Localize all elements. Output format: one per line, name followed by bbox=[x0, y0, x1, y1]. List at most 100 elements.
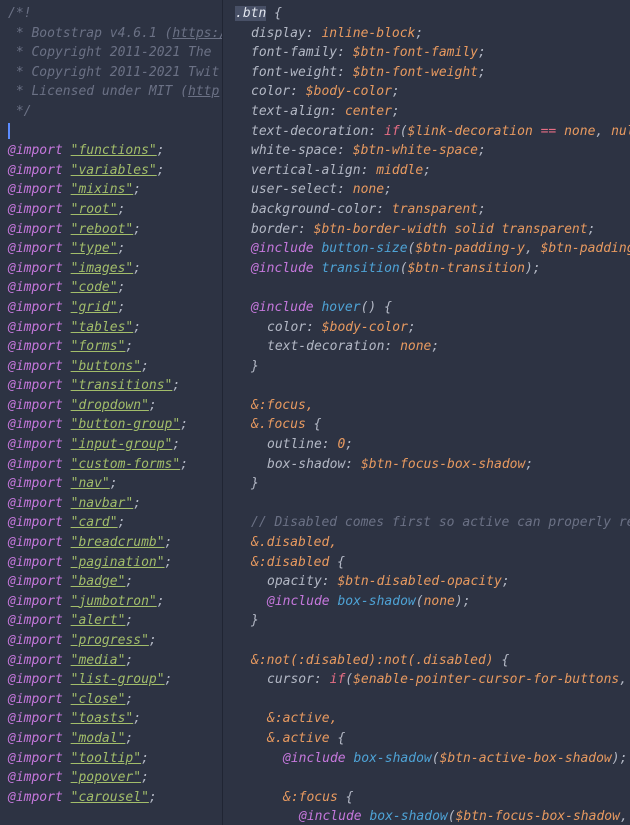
import-line: @import "list-group"; bbox=[8, 670, 214, 690]
import-target[interactable]: "grid" bbox=[71, 300, 118, 315]
import-keyword: @import bbox=[8, 692, 63, 707]
import-target[interactable]: "images" bbox=[71, 261, 134, 276]
import-line: @import "progress"; bbox=[8, 631, 214, 651]
import-line: @import "images"; bbox=[8, 259, 214, 279]
comment-line: /*! bbox=[8, 4, 214, 24]
import-keyword: @import bbox=[8, 535, 63, 550]
import-line: @import "modal"; bbox=[8, 729, 214, 749]
import-keyword: @import bbox=[8, 515, 63, 530]
import-keyword: @import bbox=[8, 437, 63, 452]
import-target[interactable]: "badge" bbox=[71, 574, 126, 589]
import-keyword: @import bbox=[8, 653, 63, 668]
import-target[interactable]: "forms" bbox=[71, 339, 126, 354]
import-keyword: @import bbox=[8, 770, 63, 785]
import-line: @import "dropdown"; bbox=[8, 396, 214, 416]
import-target[interactable]: "modal" bbox=[71, 731, 126, 746]
import-line: @import "type"; bbox=[8, 239, 214, 259]
import-line: @import "mixins"; bbox=[8, 180, 214, 200]
import-target[interactable]: "card" bbox=[71, 515, 118, 530]
import-target[interactable]: "input-group" bbox=[71, 437, 173, 452]
import-line: @import "close"; bbox=[8, 690, 214, 710]
comment-line: * Copyright 2011-2021 The bbox=[8, 43, 214, 63]
import-keyword: @import bbox=[8, 672, 63, 687]
import-keyword: @import bbox=[8, 751, 63, 766]
import-target[interactable]: "jumbotron" bbox=[71, 594, 157, 609]
import-line: @import "custom-forms"; bbox=[8, 455, 214, 475]
import-target[interactable]: "dropdown" bbox=[71, 398, 149, 413]
import-target[interactable]: "pagination" bbox=[71, 555, 165, 570]
import-keyword: @import bbox=[8, 163, 63, 178]
import-target[interactable]: "type" bbox=[71, 241, 118, 256]
comment-line: */ bbox=[8, 102, 214, 122]
import-line: @import "pagination"; bbox=[8, 553, 214, 573]
import-target[interactable]: "tooltip" bbox=[71, 751, 141, 766]
editor-pane-right[interactable]: .btn { display: inline-block; font-famil… bbox=[223, 0, 630, 825]
import-line: @import "card"; bbox=[8, 513, 214, 533]
import-keyword: @import bbox=[8, 202, 63, 217]
import-target[interactable]: "code" bbox=[71, 280, 118, 295]
import-line: @import "reboot"; bbox=[8, 220, 214, 240]
selected-text: .btn bbox=[235, 6, 266, 21]
import-target[interactable]: "button-group" bbox=[71, 417, 181, 432]
comment-line: * Licensed under MIT (http bbox=[8, 82, 214, 102]
import-line: @import "jumbotron"; bbox=[8, 592, 214, 612]
import-keyword: @import bbox=[8, 457, 63, 472]
import-line: @import "tables"; bbox=[8, 318, 214, 338]
comment-line: * Bootstrap v4.6.1 (https:/ bbox=[8, 24, 214, 44]
import-keyword: @import bbox=[8, 143, 63, 158]
import-keyword: @import bbox=[8, 731, 63, 746]
import-line: @import "code"; bbox=[8, 278, 214, 298]
import-line: @import "breadcrumb"; bbox=[8, 533, 214, 553]
import-target[interactable]: "close" bbox=[71, 692, 126, 707]
import-keyword: @import bbox=[8, 222, 63, 237]
import-keyword: @import bbox=[8, 633, 63, 648]
import-target[interactable]: "mixins" bbox=[71, 182, 134, 197]
import-target[interactable]: "navbar" bbox=[71, 496, 134, 511]
editor-pane-left[interactable]: /*! * Bootstrap v4.6.1 (https:/ * Copyri… bbox=[0, 0, 223, 825]
import-line: @import "alert"; bbox=[8, 611, 214, 631]
import-target[interactable]: "carousel" bbox=[71, 790, 149, 805]
import-keyword: @import bbox=[8, 182, 63, 197]
import-target[interactable]: "alert" bbox=[71, 613, 126, 628]
import-target[interactable]: "media" bbox=[71, 653, 126, 668]
import-line: @import "badge"; bbox=[8, 572, 214, 592]
import-keyword: @import bbox=[8, 398, 63, 413]
import-target[interactable]: "breadcrumb" bbox=[71, 535, 165, 550]
import-target[interactable]: "transitions" bbox=[71, 378, 173, 393]
import-line: @import "forms"; bbox=[8, 337, 214, 357]
import-line: @import "nav"; bbox=[8, 474, 214, 494]
import-line: @import "tooltip"; bbox=[8, 749, 214, 769]
import-keyword: @import bbox=[8, 417, 63, 432]
import-line: @import "root"; bbox=[8, 200, 214, 220]
import-target[interactable]: "functions" bbox=[71, 143, 157, 158]
import-target[interactable]: "root" bbox=[71, 202, 118, 217]
import-keyword: @import bbox=[8, 339, 63, 354]
import-keyword: @import bbox=[8, 476, 63, 491]
import-line: @import "media"; bbox=[8, 651, 214, 671]
import-target[interactable]: "toasts" bbox=[71, 711, 134, 726]
import-keyword: @import bbox=[8, 790, 63, 805]
import-target[interactable]: "nav" bbox=[71, 476, 110, 491]
import-keyword: @import bbox=[8, 613, 63, 628]
import-keyword: @import bbox=[8, 300, 63, 315]
import-keyword: @import bbox=[8, 320, 63, 335]
import-keyword: @import bbox=[8, 711, 63, 726]
text-cursor bbox=[8, 123, 10, 139]
import-target[interactable]: "popover" bbox=[71, 770, 141, 785]
import-line: @import "toasts"; bbox=[8, 709, 214, 729]
import-target[interactable]: "tables" bbox=[71, 320, 134, 335]
import-keyword: @import bbox=[8, 241, 63, 256]
import-line: @import "buttons"; bbox=[8, 357, 214, 377]
import-target[interactable]: "custom-forms" bbox=[71, 457, 181, 472]
import-keyword: @import bbox=[8, 378, 63, 393]
import-target[interactable]: "reboot" bbox=[71, 222, 134, 237]
import-line: @import "variables"; bbox=[8, 161, 214, 181]
import-line: @import "button-group"; bbox=[8, 415, 214, 435]
import-target[interactable]: "progress" bbox=[71, 633, 149, 648]
import-line: @import "carousel"; bbox=[8, 788, 214, 808]
import-target[interactable]: "list-group" bbox=[71, 672, 165, 687]
import-target[interactable]: "buttons" bbox=[71, 359, 141, 374]
import-keyword: @import bbox=[8, 496, 63, 511]
import-target[interactable]: "variables" bbox=[71, 163, 157, 178]
import-line: @import "transitions"; bbox=[8, 376, 214, 396]
